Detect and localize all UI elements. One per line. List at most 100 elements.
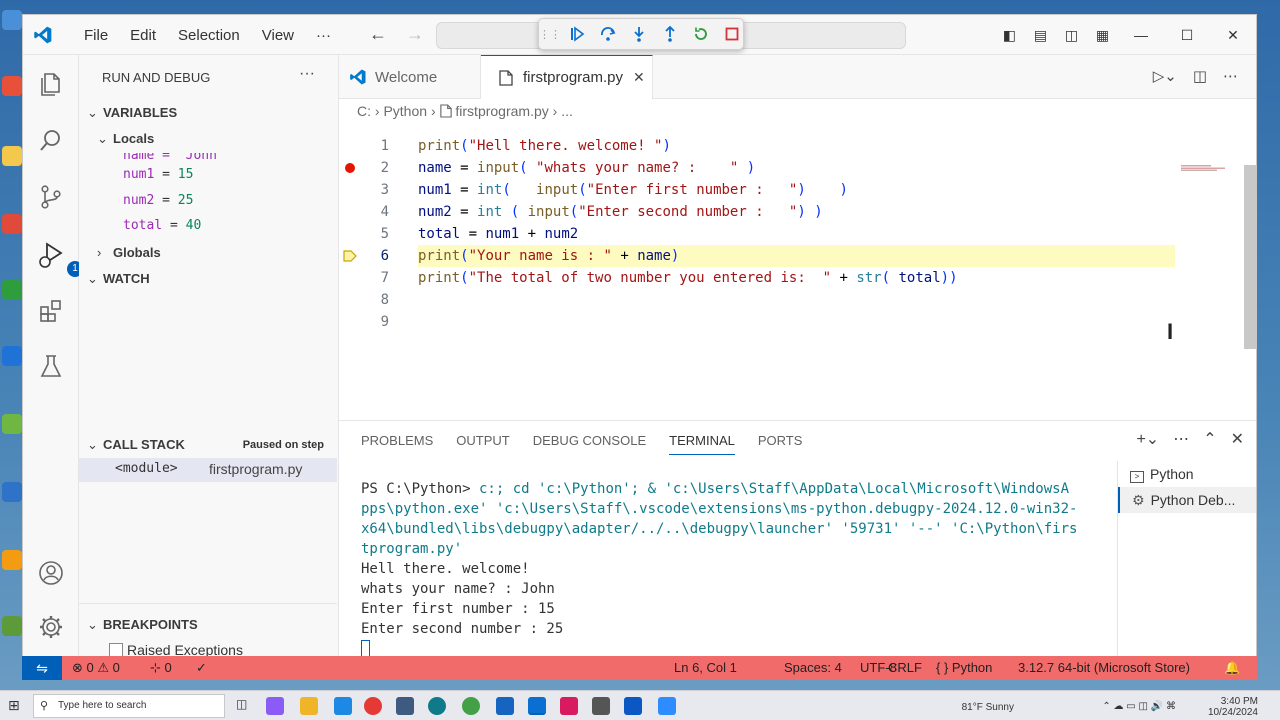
stop-icon[interactable] bbox=[722, 25, 741, 44]
split-editor-icon[interactable]: ◫ bbox=[1193, 67, 1207, 85]
variables-section-header[interactable]: ⌄ VARIABLES bbox=[79, 105, 339, 121]
taskbar-app-icon[interactable] bbox=[334, 697, 352, 715]
toggle-secondary-sidebar-icon[interactable]: ◫ bbox=[1056, 27, 1087, 44]
testing-flask-icon[interactable] bbox=[37, 353, 65, 381]
code-line[interactable]: 9 bbox=[339, 311, 1256, 333]
chrome-icon[interactable] bbox=[462, 697, 480, 715]
terminal-item-python-debug[interactable]: ⚙ Python Deb... bbox=[1118, 487, 1256, 513]
minimize-icon[interactable]: — bbox=[1118, 27, 1164, 43]
maximize-panel-icon[interactable]: ⌃ bbox=[1203, 429, 1216, 449]
close-window-icon[interactable]: ✕ bbox=[1210, 27, 1256, 44]
maximize-icon[interactable]: ☐ bbox=[1164, 27, 1210, 44]
taskbar-app-icon[interactable] bbox=[266, 697, 284, 715]
desktop-icon[interactable] bbox=[2, 10, 22, 30]
source-control-icon[interactable] bbox=[37, 183, 65, 211]
tab-debug-console[interactable]: DEBUG CONSOLE bbox=[533, 433, 646, 455]
watch-section-header[interactable]: ⌄ WATCH bbox=[79, 271, 339, 287]
step-into-icon[interactable] bbox=[629, 25, 648, 44]
desktop-icon[interactable] bbox=[2, 482, 22, 502]
task-view-icon[interactable]: ◫ bbox=[236, 697, 247, 711]
tab-welcome[interactable]: Welcome bbox=[339, 55, 481, 99]
sidebar-more-button[interactable]: ··· bbox=[299, 65, 315, 83]
account-icon[interactable] bbox=[37, 559, 65, 587]
breakpoint-icon[interactable] bbox=[345, 163, 355, 173]
desktop-icon[interactable] bbox=[2, 76, 22, 96]
python-interpreter[interactable]: 3.12.7 64-bit (Microsoft Store) bbox=[1018, 660, 1190, 675]
zoom-icon[interactable] bbox=[658, 697, 676, 715]
taskbar-app-icon[interactable] bbox=[592, 697, 610, 715]
problems-status[interactable]: ⊗ 0 ⚠ 0 bbox=[72, 660, 120, 676]
indentation[interactable]: Spaces: 4 bbox=[784, 660, 842, 675]
back-arrow-icon[interactable]: ← bbox=[369, 24, 387, 44]
globals-scope[interactable]: › Globals bbox=[79, 245, 339, 260]
desktop-icon[interactable] bbox=[2, 146, 22, 166]
desktop-icon[interactable] bbox=[2, 280, 22, 300]
clock[interactable]: 3:40 PM 10/24/2024 bbox=[1188, 696, 1258, 718]
extensions-icon[interactable] bbox=[37, 297, 65, 325]
new-terminal-icon[interactable]: +⌄ bbox=[1136, 429, 1159, 449]
menu-file[interactable]: File bbox=[73, 26, 119, 46]
restart-icon[interactable] bbox=[691, 25, 710, 44]
step-out-icon[interactable] bbox=[660, 25, 679, 44]
terminal-item-python[interactable]: > Python bbox=[1118, 461, 1256, 487]
breadcrumb-drive[interactable]: C: bbox=[357, 103, 371, 119]
remote-indicator-icon[interactable]: ⇋ bbox=[22, 656, 62, 680]
code-line[interactable]: 1 print("Hell there. welcome! ") bbox=[339, 135, 1256, 157]
mail-icon[interactable] bbox=[396, 697, 414, 715]
customize-layout-icon[interactable]: ▦ bbox=[1087, 27, 1118, 44]
language-mode[interactable]: { } Python bbox=[936, 660, 992, 675]
edge-icon[interactable] bbox=[428, 697, 446, 715]
code-line-current[interactable]: 6 print("Your name is : " + name) bbox=[339, 245, 1256, 267]
code-line[interactable]: 2 name = input( "whats your name? : " ) bbox=[339, 157, 1256, 179]
menu-view[interactable]: View bbox=[251, 26, 305, 46]
search-icon[interactable] bbox=[37, 127, 65, 155]
menu-more[interactable]: ··· bbox=[305, 26, 342, 46]
menu-selection[interactable]: Selection bbox=[167, 26, 251, 46]
code-line[interactable]: 4 num2 = int ( input("Enter second numbe… bbox=[339, 201, 1256, 223]
tab-ports[interactable]: PORTS bbox=[758, 433, 803, 455]
drag-grip-icon[interactable]: ⋮⋮ bbox=[539, 25, 561, 44]
call-stack-frame[interactable]: <module> firstprogram.py bbox=[79, 458, 337, 482]
code-line[interactable]: 3 num1 = int( input("Enter first number … bbox=[339, 179, 1256, 201]
taskbar-search[interactable]: ⚲ Type here to search bbox=[33, 694, 225, 718]
desktop-icon[interactable] bbox=[2, 550, 22, 570]
run-python-file-icon[interactable]: ▷⌄ bbox=[1153, 67, 1177, 85]
breadcrumb-file[interactable]: firstprogram.py bbox=[455, 103, 548, 119]
desktop-icon[interactable] bbox=[2, 616, 22, 636]
desktop-icon[interactable] bbox=[2, 414, 22, 434]
variable-row[interactable]: num2 = 25 bbox=[123, 193, 193, 208]
tab-close-icon[interactable]: ✕ bbox=[633, 69, 645, 86]
variable-row[interactable]: num1 = 15 bbox=[123, 167, 193, 182]
chrome-icon[interactable] bbox=[364, 697, 382, 715]
raised-exceptions-checkbox[interactable] bbox=[109, 643, 123, 657]
outlook-icon[interactable] bbox=[624, 697, 642, 715]
terminal-output[interactable]: PS C:\Python> c:; cd 'c:\Python'; & 'c:\… bbox=[361, 479, 1101, 659]
tab-output[interactable]: OUTPUT bbox=[456, 433, 509, 455]
breadcrumb-symbol[interactable]: ... bbox=[561, 103, 573, 119]
settings-gear-icon[interactable] bbox=[37, 613, 65, 641]
run-and-debug-icon[interactable]: 1 bbox=[37, 241, 83, 277]
tray-icons[interactable]: ⌃ ☁ ▭ ◫ 🔊 ⌘ bbox=[1102, 701, 1176, 712]
toggle-primary-sidebar-icon[interactable]: ◧ bbox=[994, 27, 1025, 44]
ports-status[interactable]: ⊹ 0 bbox=[150, 660, 172, 676]
menu-edit[interactable]: Edit bbox=[119, 26, 167, 46]
editor-scrollbar[interactable] bbox=[1244, 165, 1256, 349]
explorer-icon[interactable] bbox=[37, 70, 65, 98]
locals-scope[interactable]: ⌄ Locals bbox=[79, 131, 339, 147]
code-line[interactable]: 8 bbox=[339, 289, 1256, 311]
line-ending[interactable]: CRLF bbox=[888, 660, 922, 675]
close-panel-icon[interactable]: ✕ bbox=[1231, 429, 1244, 449]
tab-firstprogram[interactable]: firstprogram.py ✕ bbox=[481, 55, 653, 99]
weather-widget[interactable]: 81°F Sunny bbox=[962, 702, 1014, 713]
minimap[interactable] bbox=[1181, 165, 1225, 171]
variable-row[interactable]: total = 40 bbox=[123, 218, 201, 233]
forward-arrow-icon[interactable]: → bbox=[406, 24, 424, 44]
vscode-taskbar-icon[interactable] bbox=[528, 697, 546, 715]
step-over-icon[interactable] bbox=[598, 25, 617, 44]
more-actions-icon[interactable]: ⋯ bbox=[1173, 429, 1189, 449]
windows-start-icon[interactable]: ⊞ bbox=[8, 697, 20, 714]
code-line[interactable]: 5 total = num1 + num2 bbox=[339, 223, 1256, 245]
more-actions-icon[interactable]: ⋯ bbox=[1223, 67, 1238, 85]
taskbar-app-icon[interactable] bbox=[496, 697, 514, 715]
continue-icon[interactable] bbox=[567, 25, 586, 44]
